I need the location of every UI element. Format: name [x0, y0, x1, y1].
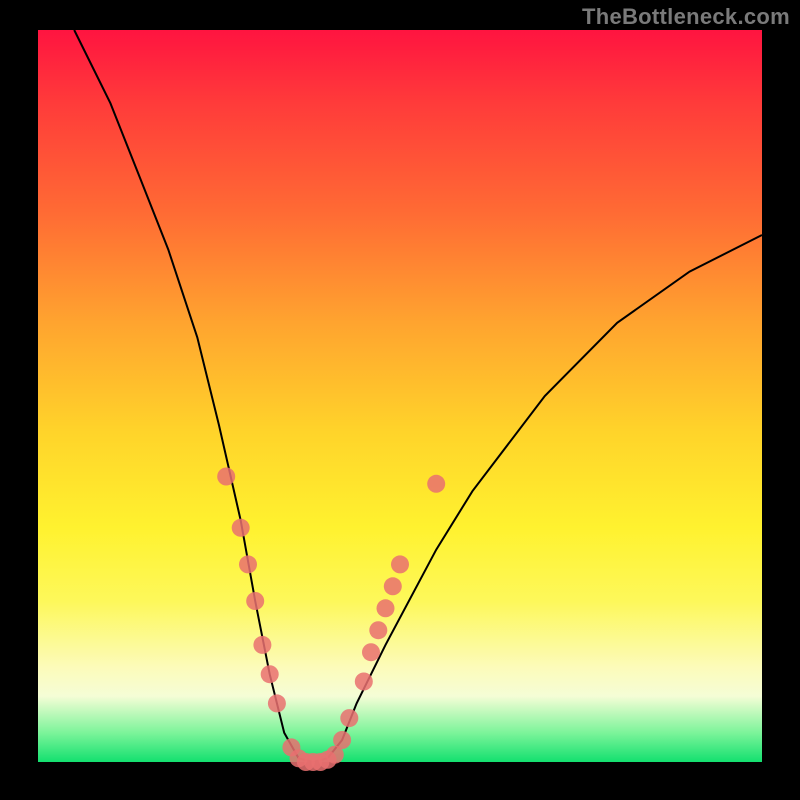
- highlight-dot: [377, 599, 395, 617]
- highlight-dot: [362, 643, 380, 661]
- highlight-dot: [217, 468, 235, 486]
- highlight-dot: [384, 577, 402, 595]
- highlight-dot: [427, 475, 445, 493]
- highlight-dot: [239, 555, 257, 573]
- plot-area: [38, 30, 762, 762]
- highlight-dot: [333, 731, 351, 749]
- highlight-dot: [369, 621, 387, 639]
- highlight-dot: [391, 555, 409, 573]
- highlight-dot: [246, 592, 264, 610]
- highlight-dot: [232, 519, 250, 537]
- highlight-dots: [38, 30, 762, 762]
- chart-stage: TheBottleneck.com: [0, 0, 800, 800]
- highlight-dot: [268, 694, 286, 712]
- highlight-dot: [253, 636, 271, 654]
- highlight-dot: [355, 673, 373, 691]
- watermark-text: TheBottleneck.com: [582, 4, 790, 30]
- highlight-dot: [261, 665, 279, 683]
- highlight-dot: [340, 709, 358, 727]
